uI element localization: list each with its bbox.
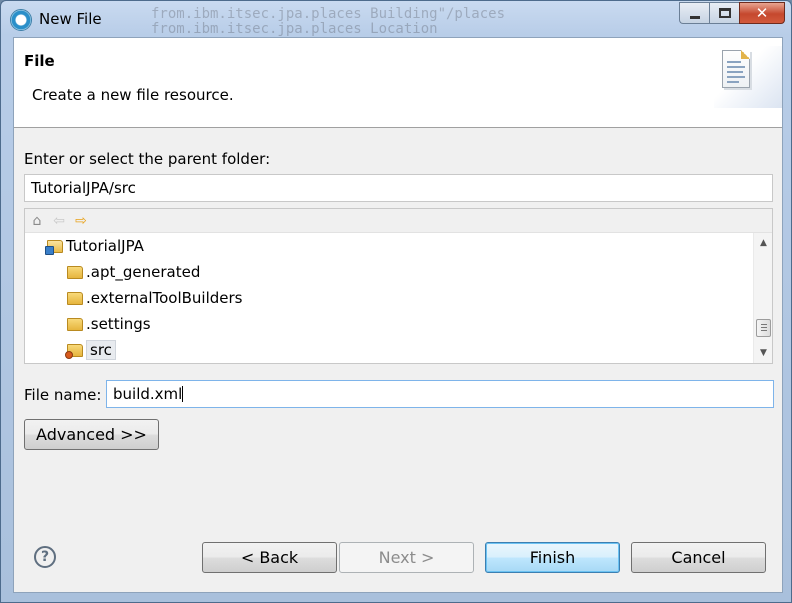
page-fold bbox=[741, 50, 750, 59]
wizard-description: Create a new file resource. bbox=[32, 86, 234, 104]
wizard-banner: File Create a new file resource. bbox=[14, 38, 782, 128]
file-name-input[interactable]: build.xml bbox=[106, 380, 774, 408]
doc-line bbox=[727, 81, 739, 83]
doc-line bbox=[727, 66, 745, 68]
parent-folder-label: Enter or select the parent folder: bbox=[24, 150, 271, 168]
doc-line bbox=[727, 76, 745, 78]
dialog-client-area: File Create a new file resource. Enter o… bbox=[13, 37, 783, 593]
close-icon: ✕ bbox=[755, 4, 769, 22]
document-icon bbox=[722, 50, 750, 88]
next-button: Next > bbox=[339, 542, 474, 573]
project-folder-icon bbox=[45, 239, 63, 255]
file-name-value: build.xml bbox=[113, 385, 183, 403]
folder-icon bbox=[67, 291, 83, 305]
folder-icon bbox=[67, 317, 83, 331]
scroll-up-arrow-icon[interactable]: ▲ bbox=[754, 235, 773, 251]
text-caret bbox=[182, 386, 184, 402]
forward-arrow-icon[interactable]: ⇨ bbox=[72, 212, 90, 230]
tree-item-label: src bbox=[86, 340, 116, 360]
file-name-label: File name: bbox=[24, 386, 102, 404]
background-window-text: from.ibm.itsec.jpa.places Building"/plac… bbox=[151, 7, 651, 37]
folder-tree: ⌂ ⇦ ⇨ TutorialJPA .apt_generated .extern… bbox=[24, 208, 773, 364]
close-button[interactable]: ✕ bbox=[739, 2, 785, 24]
grip-line bbox=[761, 327, 767, 328]
dialog-window: from.ibm.itsec.jpa.places Building"/plac… bbox=[0, 0, 792, 603]
parent-folder-input[interactable]: TutorialJPA/src bbox=[24, 174, 773, 202]
tree-item-settings[interactable]: .settings bbox=[67, 312, 151, 336]
doc-line bbox=[727, 71, 743, 73]
cancel-button[interactable]: Cancel bbox=[631, 542, 766, 573]
new-file-wizard-image bbox=[714, 46, 782, 108]
back-arrow-icon: ⇦ bbox=[53, 213, 65, 229]
tree-list: TutorialJPA .apt_generated .externalTool… bbox=[25, 233, 753, 363]
grip-line bbox=[761, 330, 767, 331]
background-text-line-2: from.ibm.itsec.jpa.places Location bbox=[151, 21, 438, 37]
tree-item-apt-generated[interactable]: .apt_generated bbox=[67, 260, 200, 284]
maximize-icon bbox=[718, 8, 731, 18]
back-button[interactable]: < Back bbox=[202, 542, 337, 573]
home-icon[interactable]: ⌂ bbox=[28, 212, 46, 230]
tree-item-label: .settings bbox=[86, 315, 151, 333]
tree-item-label: .apt_generated bbox=[86, 263, 201, 281]
minimize-icon bbox=[689, 15, 700, 19]
window-title: New File bbox=[39, 10, 102, 28]
finish-button[interactable]: Finish bbox=[485, 542, 620, 573]
tree-item-label: .externalToolBuilders bbox=[86, 289, 243, 307]
tree-item-src[interactable]: src bbox=[65, 338, 116, 362]
background-text-line-1: from.ibm.itsec.jpa.places Building"/plac… bbox=[151, 7, 506, 22]
tree-item-tutorialjpa[interactable]: TutorialJPA bbox=[45, 234, 144, 258]
help-icon[interactable]: ? bbox=[34, 546, 56, 568]
tree-scrollbar[interactable]: ▲ ▼ bbox=[753, 233, 772, 363]
tree-item-externaltoolbuilders[interactable]: .externalToolBuilders bbox=[67, 286, 243, 310]
minimize-button[interactable] bbox=[679, 2, 709, 24]
scroll-down-arrow-icon[interactable]: ▼ bbox=[754, 345, 773, 361]
window-controls: ✕ bbox=[679, 2, 785, 24]
source-folder-icon bbox=[65, 343, 83, 359]
grip-line bbox=[761, 324, 767, 325]
title-bar[interactable]: from.ibm.itsec.jpa.places Building"/plac… bbox=[1, 1, 791, 37]
maximize-button[interactable] bbox=[709, 2, 739, 24]
tree-toolbar: ⌂ ⇦ ⇨ bbox=[25, 209, 772, 233]
advanced-button[interactable]: Advanced >> bbox=[24, 419, 159, 450]
scroll-thumb[interactable] bbox=[756, 319, 771, 337]
folder-icon bbox=[67, 265, 83, 279]
tree-item-label: TutorialJPA bbox=[66, 237, 144, 255]
eclipse-app-icon bbox=[10, 9, 32, 31]
wizard-title: File bbox=[24, 52, 55, 70]
doc-line bbox=[727, 61, 741, 63]
